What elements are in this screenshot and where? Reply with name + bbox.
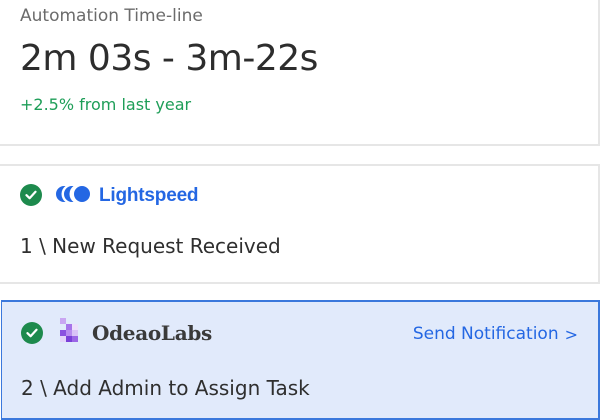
automation-timeline-card: Automation Time-line 2m 03s - 3m-22s +2.… (0, 0, 600, 146)
check-circle-icon (20, 184, 42, 206)
send-notification-link[interactable]: Send Notification > (413, 324, 578, 344)
odeaolabs-logo-icon (56, 316, 84, 350)
lightspeed-brand-name: Lightspeed (99, 185, 199, 206)
step-label: 1 \ New Request Received (20, 234, 281, 258)
workflow-step-odeaolabs[interactable]: OdeaoLabs Send Notification > 2 \ Add Ad… (1, 300, 600, 420)
step-label: 2 \ Add Admin to Assign Task (21, 376, 310, 400)
chevron-right-icon: > (564, 324, 578, 344)
odeaolabs-brand-name: OdeaoLabs (92, 321, 212, 345)
odeaolabs-brand: OdeaoLabs (56, 316, 212, 350)
timeline-change-stat: +2.5% from last year (20, 95, 192, 114)
timeline-duration-value: 2m 03s - 3m-22s (20, 38, 318, 79)
timeline-title: Automation Time-line (20, 6, 203, 26)
check-circle-icon (21, 322, 43, 344)
send-notification-label: Send Notification (412, 324, 559, 344)
lightspeed-brand: Lightspeed (55, 182, 199, 210)
lightspeed-logo-icon (55, 185, 91, 207)
workflow-step-lightspeed[interactable]: Lightspeed 1 \ New Request Received (0, 164, 600, 284)
